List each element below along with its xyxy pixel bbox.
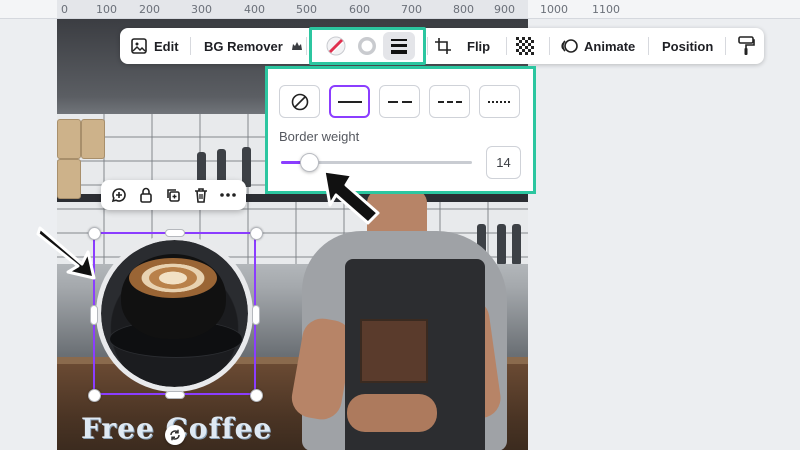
no-border-icon xyxy=(291,93,308,110)
flip-button[interactable]: Flip xyxy=(467,28,490,64)
rotate-icon[interactable] xyxy=(165,425,185,445)
short-dash-icon xyxy=(437,100,462,103)
resize-handle[interactable] xyxy=(165,391,185,399)
ruler-tick: 400 xyxy=(244,3,265,16)
bottle xyxy=(242,147,251,187)
edit-button[interactable]: Edit xyxy=(130,28,179,64)
more-icon[interactable] xyxy=(218,185,238,205)
resize-handle[interactable] xyxy=(252,305,260,325)
border-style-icon[interactable] xyxy=(356,35,378,62)
ruler-tick: 500 xyxy=(296,3,317,16)
ruler-tick: 800 xyxy=(453,3,474,16)
ruler-tick: 0 xyxy=(61,3,68,16)
bottle xyxy=(512,224,521,264)
position-button[interactable]: Position xyxy=(662,28,713,64)
horizontal-ruler: 0 100 200 300 400 500 600 700 800 900 10… xyxy=(0,0,800,19)
border-style-popup: Border weight 14 xyxy=(265,66,536,194)
barista-hands xyxy=(347,394,437,432)
dotted-line-icon xyxy=(487,100,510,103)
ruler-tick: 300 xyxy=(191,3,212,16)
edit-label: Edit xyxy=(154,38,179,54)
animate-label: Animate xyxy=(584,38,636,54)
resize-handle[interactable] xyxy=(90,305,98,325)
bg-remover-button[interactable]: BG Remover xyxy=(204,28,303,64)
border-weight-icon[interactable] xyxy=(390,36,408,61)
crop-icon[interactable] xyxy=(434,37,452,60)
element-quick-actions xyxy=(101,180,246,210)
border-color-icon[interactable] xyxy=(325,35,347,62)
border-style-none-button[interactable] xyxy=(279,85,320,118)
toolbar-divider xyxy=(506,37,507,55)
toolbar-divider xyxy=(648,37,649,55)
resize-handle[interactable] xyxy=(250,227,263,240)
solid-line-icon xyxy=(337,100,362,103)
selection-box[interactable] xyxy=(93,232,256,395)
border-style-dotted-button[interactable] xyxy=(479,85,520,118)
jar xyxy=(57,119,81,159)
jar xyxy=(81,119,105,159)
ruler-tick: 1100 xyxy=(592,3,620,16)
ruler-tick: 900 xyxy=(494,3,515,16)
lock-icon[interactable] xyxy=(136,185,156,205)
animate-button[interactable]: Animate xyxy=(560,28,635,64)
border-weight-input[interactable]: 14 xyxy=(486,146,521,179)
jar xyxy=(57,159,81,199)
toolbar-divider xyxy=(549,37,550,55)
border-weight-slider[interactable] xyxy=(281,153,472,172)
arrow-pointer-icon xyxy=(322,169,380,225)
border-style-solid-button[interactable] xyxy=(329,85,370,118)
toolbar-divider xyxy=(427,37,428,55)
crown-icon xyxy=(291,41,303,51)
resize-handle[interactable] xyxy=(88,389,101,402)
long-dash-icon xyxy=(387,100,412,103)
apron-pocket xyxy=(360,319,428,383)
resize-handle[interactable] xyxy=(250,389,263,402)
ruler-tick: 600 xyxy=(349,3,370,16)
toolbar-divider xyxy=(725,37,726,55)
duplicate-icon[interactable] xyxy=(163,185,183,205)
border-style-dashed-short-button[interactable] xyxy=(429,85,470,118)
ruler-tick: 700 xyxy=(401,3,422,16)
ruler-tick: 1000 xyxy=(540,3,568,16)
toolbar-divider xyxy=(190,37,191,55)
arrow-pointer-icon xyxy=(36,226,96,280)
comment-add-icon[interactable] xyxy=(109,185,129,205)
ruler-tick: 200 xyxy=(139,3,160,16)
position-label: Position xyxy=(662,38,714,54)
bottle xyxy=(497,224,506,264)
trash-icon[interactable] xyxy=(191,185,211,205)
toolbar-divider xyxy=(306,37,307,55)
bg-remover-label: BG Remover xyxy=(204,38,283,54)
transparency-icon[interactable] xyxy=(516,37,534,60)
animate-icon xyxy=(560,37,578,55)
border-weight-label: Border weight xyxy=(279,129,360,144)
flip-label: Flip xyxy=(467,38,491,54)
edit-image-icon xyxy=(130,37,148,55)
border-style-dashed-long-button[interactable] xyxy=(379,85,420,118)
slider-thumb[interactable] xyxy=(299,153,319,172)
copy-style-icon[interactable] xyxy=(737,36,755,61)
ruler-tick: 100 xyxy=(96,3,117,16)
resize-handle[interactable] xyxy=(165,229,185,237)
